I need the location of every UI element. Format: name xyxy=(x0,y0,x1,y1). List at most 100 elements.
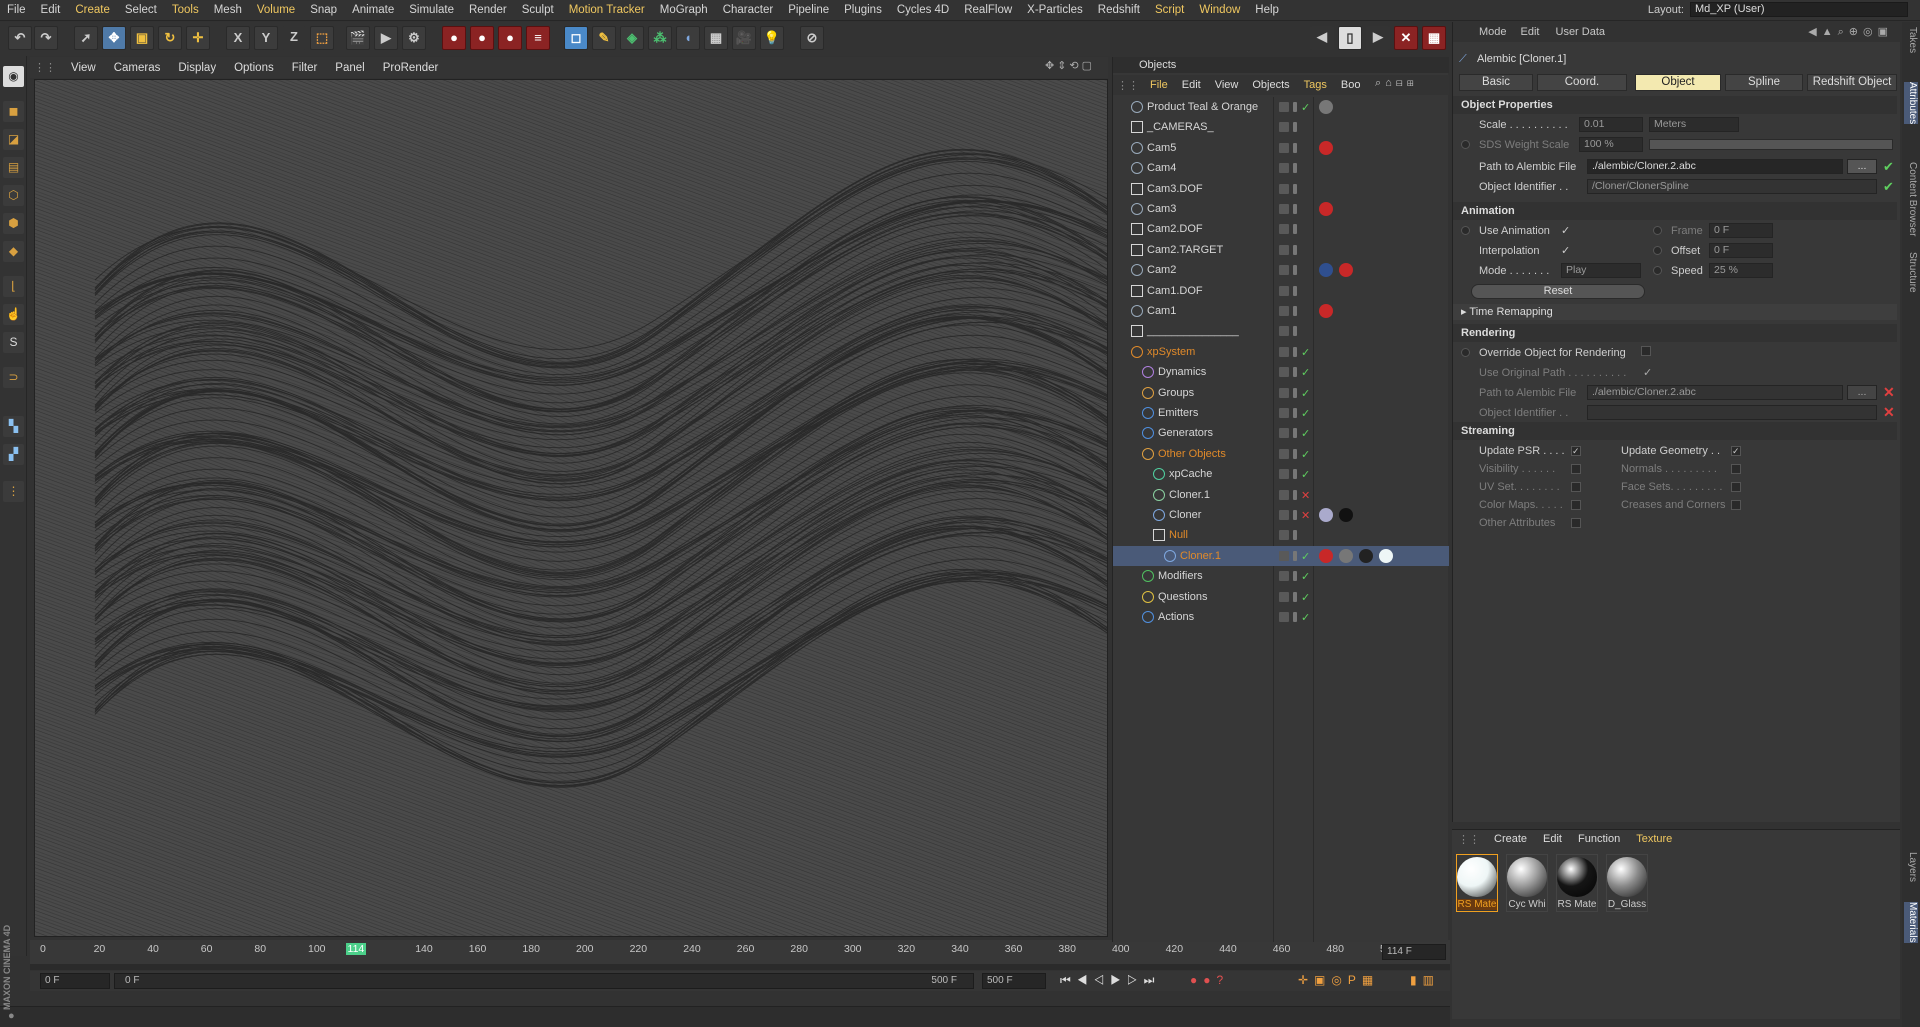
render-toggle[interactable] xyxy=(1293,326,1297,337)
x-axis-icon[interactable]: X xyxy=(226,26,250,50)
objects-menu-tags[interactable]: Tags xyxy=(1297,79,1334,91)
visibility-toggle[interactable] xyxy=(1279,122,1289,133)
key-controls[interactable]: ✛▣◎P▦ xyxy=(1298,973,1379,987)
materials-menu-edit[interactable]: Edit xyxy=(1535,833,1570,849)
enabled-check-icon[interactable]: ✓ xyxy=(1301,445,1310,465)
make-editable-icon[interactable]: ◉ xyxy=(3,66,24,87)
cube-icon[interactable]: ◻ xyxy=(564,26,588,50)
object-row[interactable]: Cloner ✕ xyxy=(1113,505,1449,525)
record-controls[interactable]: ●●? xyxy=(1190,973,1229,987)
menu-script[interactable]: Script xyxy=(1148,4,1192,16)
planar-workplane-icon[interactable]: ▞ xyxy=(3,444,24,465)
render-toggle[interactable] xyxy=(1293,571,1297,582)
object-row[interactable]: Generators ✓ xyxy=(1113,423,1449,443)
render-toggle[interactable] xyxy=(1293,204,1297,214)
stream-right-checkbox[interactable]: ✓ xyxy=(1731,446,1741,456)
enabled-check-icon[interactable]: ✓ xyxy=(1301,547,1310,567)
viewport-menu-view[interactable]: View xyxy=(62,62,105,74)
render-toggle[interactable] xyxy=(1293,428,1297,439)
enabled-check-icon[interactable]: ✓ xyxy=(1301,567,1310,587)
select-tool-icon[interactable]: ➚ xyxy=(74,26,98,50)
object-row[interactable]: Cloner.1 ✕ xyxy=(1113,485,1449,505)
close-view-icon[interactable]: ✕ xyxy=(1394,26,1418,50)
object-row[interactable]: Cam2.TARGET xyxy=(1113,240,1449,260)
stream-right-checkbox[interactable] xyxy=(1731,464,1741,474)
viewport-menu-prorender[interactable]: ProRender xyxy=(374,62,448,74)
menu-redshift[interactable]: Redshift xyxy=(1091,4,1148,16)
attr-menu-edit[interactable]: Edit xyxy=(1513,26,1548,38)
menu-simulate[interactable]: Simulate xyxy=(402,4,462,16)
stream-right-checkbox[interactable] xyxy=(1731,482,1741,492)
side-tab-layers[interactable]: Layers xyxy=(1904,852,1918,882)
sds-slider[interactable] xyxy=(1649,139,1893,150)
layout-dropdown[interactable]: Md_XP (User) xyxy=(1690,2,1908,17)
object-row[interactable]: xpSystem ✓ xyxy=(1113,342,1449,362)
render-toggle[interactable] xyxy=(1293,591,1297,602)
visibility-toggle[interactable] xyxy=(1279,102,1289,112)
object-row[interactable]: Cam1 xyxy=(1113,301,1449,321)
menu-mograph[interactable]: MoGraph xyxy=(653,4,716,16)
enabled-check-icon[interactable]: ✓ xyxy=(1301,343,1310,363)
undo-icon[interactable]: ↶ xyxy=(8,26,32,50)
objects-menu-view[interactable]: View xyxy=(1208,79,1246,91)
object-row[interactable]: Product Teal & Orange ✓ xyxy=(1113,97,1449,117)
menu-render[interactable]: Render xyxy=(462,4,515,16)
side-tab-takes[interactable]: Takes xyxy=(1904,27,1918,53)
object-row[interactable]: xpCache ✓ xyxy=(1113,464,1449,484)
axis-mode-icon[interactable]: ⌊ xyxy=(3,276,24,297)
attr-menu-userdata[interactable]: User Data xyxy=(1548,26,1614,38)
visibility-toggle[interactable] xyxy=(1279,142,1289,153)
xp-icon[interactable]: ⋮ xyxy=(3,481,24,502)
render-region-icon[interactable]: 🎬 xyxy=(346,26,370,50)
visibility-toggle[interactable] xyxy=(1279,428,1289,439)
edges-mode-icon[interactable]: ⬢ xyxy=(3,213,24,234)
enabled-check-icon[interactable]: ✓ xyxy=(1301,424,1310,444)
redshift-tag-icon[interactable] xyxy=(1319,548,1333,563)
material-tag-icon[interactable] xyxy=(1359,548,1373,563)
enabled-check-icon[interactable]: ✓ xyxy=(1301,98,1310,118)
material-swatch[interactable]: Cyc Whi xyxy=(1506,854,1548,912)
viewport-menu-cameras[interactable]: Cameras xyxy=(105,62,170,74)
tab-basic[interactable]: Basic xyxy=(1459,74,1533,91)
use-original-check[interactable]: ✓ xyxy=(1643,366,1652,379)
visibility-toggle[interactable] xyxy=(1279,469,1289,480)
render-toggle[interactable] xyxy=(1293,224,1297,235)
objects-menu-edit[interactable]: Edit xyxy=(1175,79,1208,91)
attr-nav-icons[interactable]: ◀▲⌕⊕◎▣ xyxy=(1808,25,1901,39)
visibility-toggle[interactable] xyxy=(1279,387,1289,398)
stream-left-checkbox[interactable] xyxy=(1571,500,1581,510)
object-row[interactable]: Modifiers ✓ xyxy=(1113,566,1449,586)
enabled-check-icon[interactable]: ✓ xyxy=(1301,404,1310,424)
visibility-toggle[interactable] xyxy=(1279,571,1289,582)
scale-tool-icon[interactable]: ▣ xyxy=(130,26,154,50)
material-tag-icon[interactable] xyxy=(1339,508,1353,522)
offset-field[interactable]: 0 F xyxy=(1709,243,1773,258)
attr-menu-mode[interactable]: Mode xyxy=(1453,26,1513,38)
snap-icon[interactable]: S xyxy=(3,332,24,353)
model-mode-icon[interactable]: ◼ xyxy=(3,101,24,122)
render-toggle[interactable] xyxy=(1293,122,1297,133)
objects-menu-objects[interactable]: Objects xyxy=(1245,79,1296,91)
enabled-check-icon[interactable]: ✓ xyxy=(1301,384,1310,404)
playback-controls[interactable]: ⏮◀◁▶▷⏭ xyxy=(1060,973,1160,988)
visibility-toggle[interactable] xyxy=(1279,163,1289,174)
scale-unit-dropdown[interactable]: Meters xyxy=(1649,117,1739,132)
material-swatch[interactable]: D_Glass xyxy=(1606,854,1648,912)
render-toggle[interactable] xyxy=(1293,346,1297,357)
visibility-toggle[interactable] xyxy=(1279,346,1289,357)
polygons-mode-icon[interactable]: ◆ xyxy=(3,241,24,262)
scale-field[interactable]: 0.01 xyxy=(1579,117,1643,132)
frame-radio[interactable] xyxy=(1653,226,1662,235)
enabled-check-icon[interactable]: ✓ xyxy=(1301,363,1310,383)
side-tab-materials[interactable]: Materials xyxy=(1904,902,1918,943)
visibility-toggle[interactable] xyxy=(1279,489,1289,500)
menu-file[interactable]: File xyxy=(0,4,34,16)
render-identifier-field[interactable] xyxy=(1587,405,1877,420)
floor-icon[interactable]: ▦ xyxy=(704,26,728,50)
viewport-nav-icons[interactable]: ✥⇕⟲▢ xyxy=(1045,59,1095,72)
camera-icon[interactable]: 🎥 xyxy=(732,26,756,50)
object-row[interactable]: Cam3 xyxy=(1113,199,1449,219)
visibility-toggle[interactable] xyxy=(1279,183,1289,194)
lock-workplane-icon[interactable]: ▚ xyxy=(3,416,24,437)
y-axis-icon[interactable]: Y xyxy=(254,26,278,50)
